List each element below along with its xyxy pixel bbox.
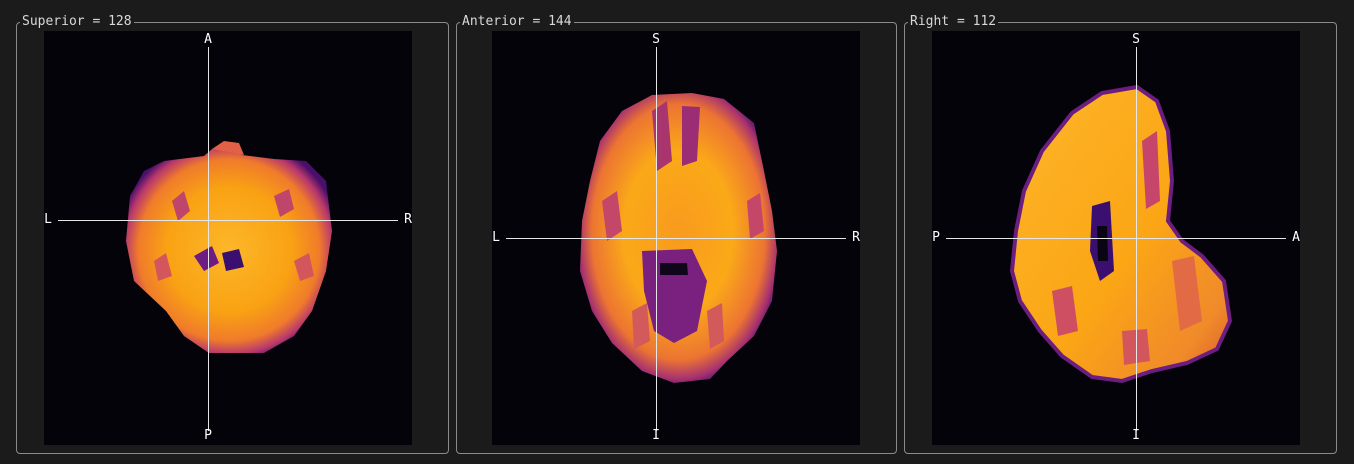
orthogonal-slice-viewer: Superior = 128 A P L R Anterior = 144 S … xyxy=(0,0,1354,464)
sagittal-vertical-crosshair xyxy=(1136,47,1137,431)
axial-label-bottom: P xyxy=(204,428,212,443)
coronal-horizontal-crosshair xyxy=(506,238,846,239)
axial-vertical-crosshair xyxy=(208,47,209,431)
sagittal-view-panel: Right = 112 S I P A xyxy=(904,14,1337,454)
axial-label-left: L xyxy=(44,212,52,227)
coronal-panel-title: Anterior = 144 xyxy=(460,14,574,30)
sagittal-label-right: A xyxy=(1292,230,1300,245)
axial-slice-canvas[interactable]: A P L R xyxy=(44,31,412,445)
axial-brain-image xyxy=(126,141,332,353)
coronal-label-right: R xyxy=(852,230,860,245)
coronal-vertical-crosshair xyxy=(656,47,657,431)
sagittal-label-left: P xyxy=(932,230,940,245)
axial-label-right: R xyxy=(404,212,412,227)
sagittal-panel-title: Right = 112 xyxy=(908,14,999,30)
axial-view-panel: Superior = 128 A P L R xyxy=(16,14,449,454)
coronal-view-panel: Anterior = 144 S I L R xyxy=(456,14,897,454)
axial-label-top: A xyxy=(204,32,212,47)
coronal-label-top: S xyxy=(652,32,660,47)
sagittal-label-top: S xyxy=(1132,32,1140,47)
coronal-slice-canvas[interactable]: S I L R xyxy=(492,31,860,445)
sagittal-slice-canvas[interactable]: S I P A xyxy=(932,31,1300,445)
sagittal-horizontal-crosshair xyxy=(946,238,1286,239)
axial-horizontal-crosshair xyxy=(58,220,398,221)
coronal-label-bottom: I xyxy=(652,428,660,443)
axial-panel-title: Superior = 128 xyxy=(20,14,134,30)
sagittal-label-bottom: I xyxy=(1132,428,1140,443)
coronal-label-left: L xyxy=(492,230,500,245)
